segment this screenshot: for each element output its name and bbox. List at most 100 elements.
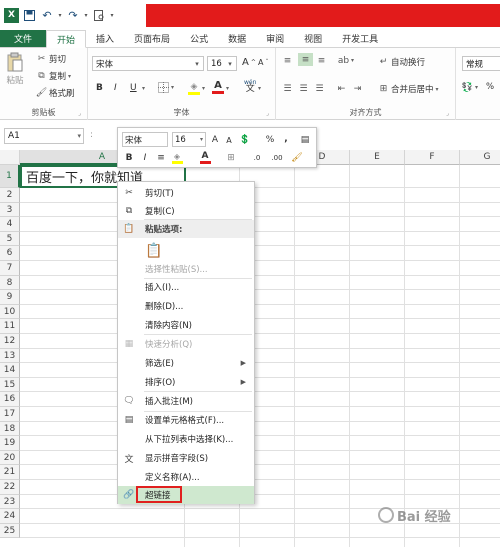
bold-button[interactable]: B: [96, 83, 103, 93]
merge-center-button[interactable]: ⊞ 合并后居中 ▾: [378, 83, 439, 95]
align-center-button[interactable]: ☰: [298, 83, 309, 94]
format-painter-button[interactable]: 🖌 格式刷: [36, 87, 75, 99]
mini-italic-button[interactable]: I: [138, 150, 152, 165]
context-menu-item-0[interactable]: ✂ 剪切(T): [118, 184, 254, 202]
column-header-f[interactable]: F: [405, 150, 460, 165]
row-header-4[interactable]: 4: [0, 217, 20, 232]
mini-font-select[interactable]: 宋体: [122, 132, 168, 147]
tab-data[interactable]: 数据: [218, 30, 256, 47]
font-color-dropdown-icon[interactable]: ▾: [226, 85, 229, 92]
context-menu-item-1[interactable]: ⧉ 复制(C): [118, 202, 254, 220]
row-header-21[interactable]: 21: [0, 465, 20, 480]
undo-icon[interactable]: ↶: [39, 7, 55, 23]
customize-qat-icon[interactable]: ▾: [109, 7, 115, 23]
name-box[interactable]: A1 ▾: [4, 128, 84, 144]
context-menu-item-13[interactable]: 文 显示拼音字段(S): [118, 449, 254, 467]
row-header-7[interactable]: 7: [0, 261, 20, 276]
row-header-5[interactable]: 5: [0, 231, 20, 247]
mini-font-color-icon[interactable]: A: [198, 150, 212, 165]
context-menu-item-6[interactable]: 清除内容(N): [118, 316, 254, 334]
fill-color-dropdown-icon[interactable]: ▾: [202, 85, 205, 92]
row-header-25[interactable]: 25: [0, 523, 20, 539]
mini-fill-color-icon[interactable]: ◈: [170, 150, 184, 165]
row-header-2[interactable]: 2: [0, 188, 20, 203]
tab-view[interactable]: 视图: [294, 30, 332, 47]
context-menu-item-14[interactable]: 定义名称(A)...: [118, 468, 254, 486]
row-header-18[interactable]: 18: [0, 421, 20, 437]
increase-indent-button[interactable]: ⇥: [352, 83, 363, 94]
tab-formulas[interactable]: 公式: [180, 30, 218, 47]
select-all-corner[interactable]: [0, 150, 20, 165]
mini-increase-decimal-button[interactable]: .0: [248, 150, 266, 165]
mini-comma-button[interactable]: ,: [279, 131, 293, 146]
align-left-button[interactable]: ☰: [282, 83, 293, 94]
cut-button[interactable]: ✂ 剪切: [36, 53, 66, 65]
mini-format-painter-icon[interactable]: 🖌: [290, 150, 304, 165]
context-menu-item-11[interactable]: ▤ 设置单元格格式(F)...: [118, 411, 254, 429]
borders-button[interactable]: ▾: [158, 82, 174, 93]
percent-button[interactable]: %: [486, 82, 494, 92]
italic-button[interactable]: I: [114, 83, 117, 93]
row-header-13[interactable]: 13: [0, 348, 20, 364]
mini-shrink-font-button[interactable]: A: [222, 133, 236, 148]
row-header-12[interactable]: 12: [0, 334, 20, 349]
font-color-button[interactable]: A: [212, 80, 224, 94]
tab-review[interactable]: 审阅: [256, 30, 294, 47]
underline-dropdown-icon[interactable]: ▾: [142, 85, 145, 92]
number-format-select[interactable]: 常规: [462, 56, 500, 71]
context-menu-item-9[interactable]: 排序(O) ▶: [118, 373, 254, 391]
save-icon[interactable]: [21, 7, 37, 23]
column-header-g[interactable]: G: [460, 150, 500, 165]
mini-bold-button[interactable]: B: [122, 150, 136, 165]
print-preview-icon[interactable]: [91, 7, 107, 23]
tab-page-layout[interactable]: 页面布局: [124, 30, 180, 47]
font-size-select[interactable]: 16 ▾: [207, 56, 237, 71]
align-middle-button[interactable]: ≡: [298, 53, 313, 66]
shrink-font-button[interactable]: Aˇ: [258, 58, 268, 67]
row-header-15[interactable]: 15: [0, 377, 20, 393]
alignment-launcher-icon[interactable]: ⌟: [446, 110, 453, 117]
tab-home[interactable]: 开始: [46, 30, 87, 48]
mini-size-select[interactable]: 16 ▾: [172, 132, 206, 147]
redo-icon[interactable]: ↷: [65, 7, 81, 23]
row-header-10[interactable]: 10: [0, 304, 20, 320]
font-name-select[interactable]: 宋体 ▾: [92, 56, 204, 71]
align-right-button[interactable]: ☰: [314, 83, 325, 94]
tab-file[interactable]: 文件: [0, 30, 47, 47]
phonetic-dropdown-icon[interactable]: ▾: [258, 85, 261, 92]
row-header-11[interactable]: 11: [0, 319, 20, 334]
font-launcher-icon[interactable]: ⌟: [266, 110, 273, 117]
orientation-button[interactable]: ab ▾: [338, 55, 354, 66]
row-header-19[interactable]: 19: [0, 436, 20, 451]
phonetic-button[interactable]: wén 文: [244, 79, 256, 94]
redo-dropdown-icon[interactable]: ▾: [83, 7, 89, 23]
row-header-8[interactable]: 8: [0, 275, 20, 291]
context-menu-item-4[interactable]: 插入(I)...: [118, 278, 254, 296]
clipboard-launcher-icon[interactable]: ⌟: [78, 110, 85, 117]
paste-button[interactable]: 粘贴: [6, 52, 24, 86]
row-header-1[interactable]: 1: [0, 165, 20, 188]
context-menu-item-5[interactable]: 删除(D)...: [118, 297, 254, 315]
copy-button[interactable]: ⧉ 复制 ▾: [36, 70, 71, 82]
context-menu-item-7[interactable]: ▦ 快速分析(Q): [118, 335, 254, 353]
mini-format-cells-icon[interactable]: ▤: [298, 132, 312, 147]
tab-developer[interactable]: 开发工具: [332, 30, 388, 47]
wrap-text-button[interactable]: ↵ 自动换行: [378, 56, 425, 68]
tab-insert[interactable]: 插入: [86, 30, 124, 47]
align-bottom-button[interactable]: ≡: [316, 55, 327, 66]
accounting-button[interactable]: 💱 ▾: [462, 82, 478, 93]
context-menu-item-3[interactable]: 选择性粘贴(S)...: [118, 260, 254, 278]
mini-percent-button[interactable]: %: [263, 132, 277, 147]
row-header-17[interactable]: 17: [0, 407, 20, 422]
mini-grow-font-button[interactable]: A: [208, 132, 222, 147]
context-menu-item-10[interactable]: 🗨 插入批注(M): [118, 392, 254, 410]
context-menu-item-8[interactable]: 筛选(E) ▶: [118, 354, 254, 372]
mini-accounting-icon[interactable]: 💲: [238, 132, 252, 147]
row-header-16[interactable]: 16: [0, 392, 20, 407]
row-header-9[interactable]: 9: [0, 290, 20, 305]
row-header-6[interactable]: 6: [0, 246, 20, 261]
context-menu-item-12[interactable]: 从下拉列表中选择(K)...: [118, 430, 254, 448]
row-header-23[interactable]: 23: [0, 494, 20, 510]
row-header-3[interactable]: 3: [0, 202, 20, 218]
row-header-24[interactable]: 24: [0, 509, 20, 524]
